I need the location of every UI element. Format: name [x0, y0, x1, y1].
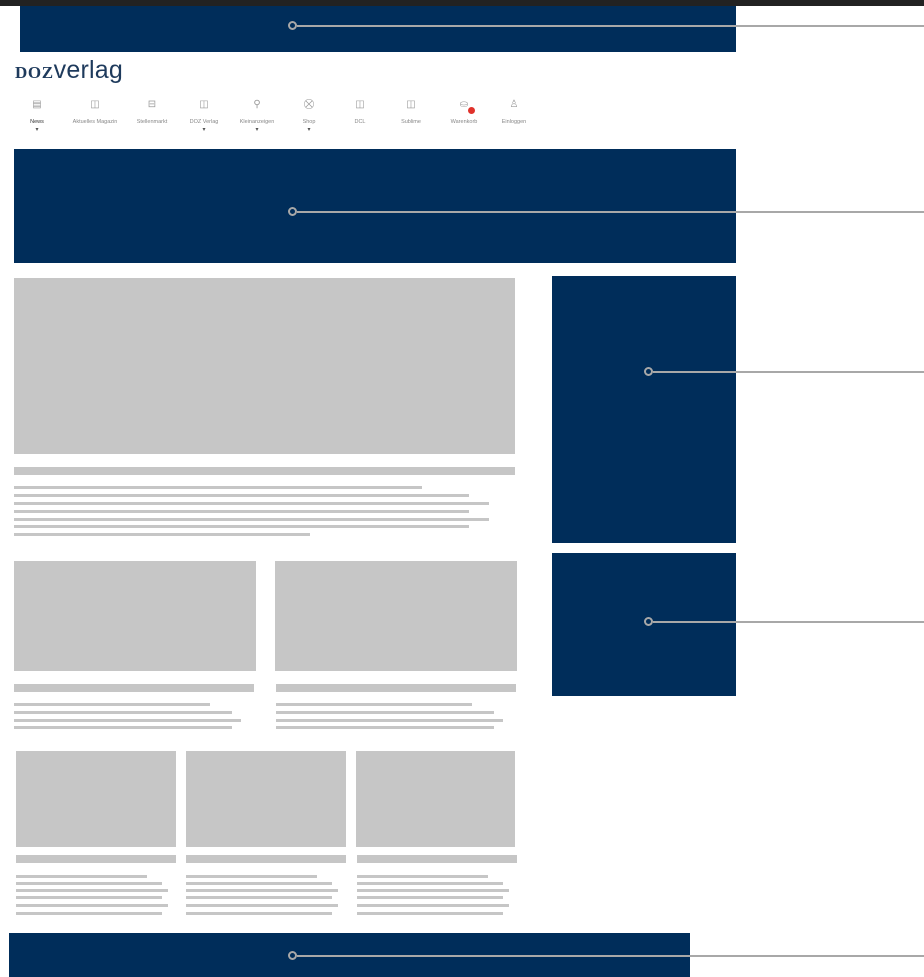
book-icon: ◫	[90, 99, 100, 110]
article-card-text-line	[16, 896, 162, 899]
article-card-image[interactable]	[16, 751, 176, 847]
article-card-image[interactable]	[14, 561, 256, 671]
book-icon: ◫	[199, 99, 209, 110]
nav-item-label: Sublime	[401, 119, 421, 125]
chevron-down-icon[interactable]: ▾	[227, 126, 287, 134]
article-card-text-line	[16, 912, 162, 915]
chevron-down-icon[interactable]: ▾	[279, 126, 339, 134]
article-card-text-line	[186, 889, 338, 892]
article-card-title[interactable]	[186, 855, 346, 863]
hero-article-text-line	[14, 486, 422, 489]
hero-article-title[interactable]	[14, 467, 515, 475]
article-card-text-line	[14, 711, 232, 714]
briefcase-icon: ⊟	[147, 99, 157, 110]
article-card-text-line	[357, 912, 503, 915]
article-card-text-line	[186, 904, 338, 907]
article-card-image[interactable]	[356, 751, 515, 847]
nav-item-label: Kleinanzeigen	[239, 119, 275, 125]
newspaper-icon: ▤	[32, 99, 42, 110]
ad-slot-sidebar-small	[552, 553, 736, 696]
ad-slot-sidebar-large-marker	[644, 367, 653, 376]
site-logo[interactable]: DOZverlag	[15, 56, 123, 85]
ad-slot-billboard-connector	[297, 211, 924, 213]
nav-item-label: News	[30, 119, 44, 125]
article-card-text-line	[186, 896, 332, 899]
hero-article-text-line	[14, 518, 489, 521]
nav-item-label: Einloggen	[501, 119, 527, 125]
cart-count-badge	[468, 107, 475, 114]
article-card-text-line	[186, 882, 332, 885]
hero-article-text-line	[14, 533, 310, 536]
logo-bold-text: DOZ	[15, 63, 54, 82]
article-card-text-line	[186, 912, 332, 915]
article-card-text-line	[14, 726, 232, 729]
ad-slot-leaderboard-marker	[288, 21, 297, 30]
nav-item-aktuelles-magazin[interactable]: ◫ Aktuelles Magazin	[65, 98, 125, 126]
book-icon: ◫	[406, 99, 416, 110]
nav-item-kleinanzeigen[interactable]: ⚲ Kleinanzeigen ▾	[227, 98, 287, 134]
ad-slot-billboard-marker	[288, 207, 297, 216]
hero-article-image[interactable]	[14, 278, 515, 454]
ad-slot-sidebar-large-connector	[653, 371, 924, 373]
nav-item-doz-verlag[interactable]: ◫ DOZ Verlag ▾	[174, 98, 234, 134]
article-card-text-line	[276, 719, 503, 722]
article-card-image[interactable]	[275, 561, 517, 671]
nav-item-news[interactable]: ▤ News ▾	[7, 98, 67, 134]
nav-item-label: Aktuelles Magazin	[72, 119, 118, 125]
article-card-text-line	[16, 889, 168, 892]
hero-article-text-line	[14, 510, 469, 513]
article-card-text-line	[16, 875, 147, 878]
main-navigation: ▤ News ▾ ◫ Aktuelles Magazin ⊟ Stellenmarkt ◫ DO…	[14, 98, 544, 144]
article-card-text-line	[186, 875, 317, 878]
ad-slot-sidebar-large	[552, 276, 736, 543]
nav-item-einloggen[interactable]: ♙ Einloggen	[484, 98, 544, 126]
ad-slot-billboard	[14, 149, 736, 263]
hero-article-text-line	[14, 525, 469, 528]
article-card-text-line	[16, 882, 162, 885]
article-card-text-line	[16, 904, 168, 907]
article-card-text-line	[357, 904, 509, 907]
nav-item-label: Stellenmarkt	[136, 119, 168, 125]
chevron-down-icon[interactable]: ▾	[174, 126, 234, 134]
article-card-text-line	[276, 726, 494, 729]
article-card-image[interactable]	[186, 751, 346, 847]
nav-item-sublime[interactable]: ◫ Sublime	[381, 98, 441, 126]
article-card-text-line	[14, 719, 241, 722]
ad-slot-leaderboard-connector	[297, 25, 924, 27]
article-card-text-line	[357, 889, 509, 892]
ad-slot-footer-banner-connector	[297, 955, 924, 957]
nav-item-stellenmarkt[interactable]: ⊟ Stellenmarkt	[122, 98, 182, 126]
nav-item-label: DOZ Verlag	[189, 119, 219, 125]
article-card-text-line	[357, 896, 503, 899]
article-card-text-line	[14, 703, 210, 706]
hero-article-text-line	[14, 502, 489, 505]
article-card-text-line	[357, 875, 488, 878]
user-icon: ♙	[509, 99, 519, 110]
ad-slot-sidebar-small-marker	[644, 617, 653, 626]
article-card-title[interactable]	[276, 684, 516, 692]
article-card-text-line	[357, 882, 503, 885]
article-card-title[interactable]	[16, 855, 176, 863]
hero-article-text-line	[14, 494, 469, 497]
logo-light-text: verlag	[53, 56, 123, 84]
article-card-text-line	[276, 711, 494, 714]
pin-icon: ⚲	[253, 99, 261, 110]
article-card-title[interactable]	[14, 684, 254, 692]
article-card-title[interactable]	[357, 855, 517, 863]
ad-slot-sidebar-small-connector	[653, 621, 924, 623]
ad-slot-leaderboard	[20, 6, 736, 52]
chevron-down-icon[interactable]: ▾	[7, 126, 67, 134]
article-card-text-line	[276, 703, 472, 706]
ad-slot-footer-banner-marker	[288, 951, 297, 960]
